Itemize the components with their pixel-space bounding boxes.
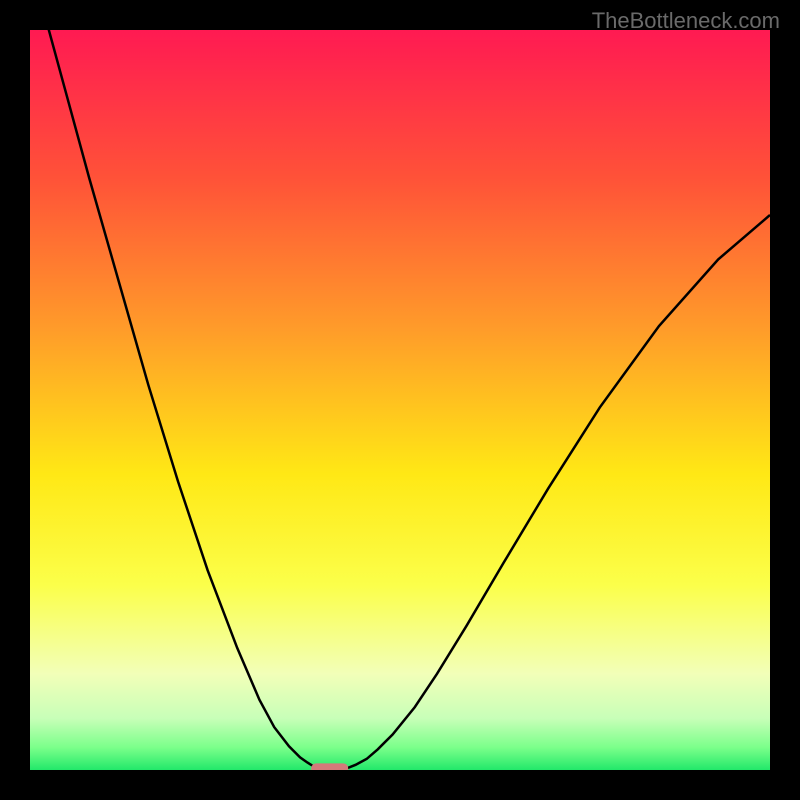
gradient-background bbox=[30, 30, 770, 770]
chart-svg bbox=[30, 30, 770, 770]
bottleneck-chart bbox=[30, 30, 770, 770]
bottleneck-marker bbox=[311, 763, 348, 770]
watermark-text: TheBottleneck.com bbox=[592, 8, 780, 34]
